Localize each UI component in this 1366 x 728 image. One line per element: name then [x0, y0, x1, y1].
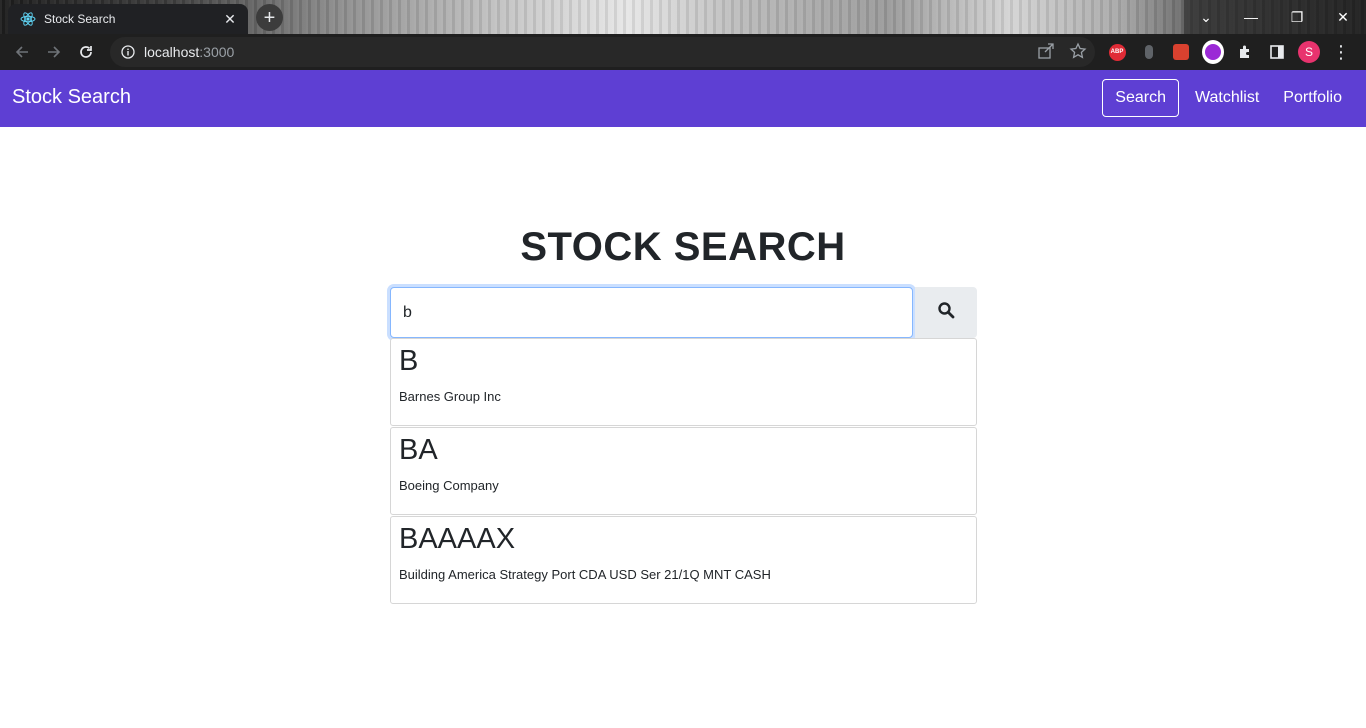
close-window-button[interactable]: ✕	[1320, 0, 1366, 34]
nav-links: Search Watchlist Portfolio	[1102, 79, 1354, 117]
bookmark-star-icon[interactable]	[1069, 42, 1087, 65]
forward-icon[interactable]	[38, 36, 70, 68]
app-brand[interactable]: Stock Search	[12, 86, 131, 109]
result-name: Barnes Group Inc	[399, 389, 501, 404]
browser-tab-bar: Stock Search ✕ + ⌄ — ❐ ✕	[0, 0, 1366, 34]
result-symbol: B	[399, 345, 419, 377]
restore-button[interactable]: ❐	[1274, 0, 1320, 34]
search-button[interactable]	[915, 287, 977, 338]
tab-title: Stock Search	[44, 12, 116, 26]
result-symbol: BA	[399, 434, 438, 466]
share-icon[interactable]	[1037, 42, 1055, 65]
new-tab-button[interactable]: +	[256, 4, 283, 31]
result-item[interactable]: B Barnes Group Inc	[390, 338, 977, 426]
search-results-list: B Barnes Group Inc BA Boeing Company BAA…	[390, 338, 977, 605]
result-symbol: BAAAAX	[399, 523, 516, 555]
back-icon[interactable]	[6, 36, 38, 68]
browser-menu-icon[interactable]: ⋮	[1330, 38, 1352, 66]
result-item[interactable]: BAAAAX Building America Strategy Port CD…	[390, 516, 977, 604]
profile-avatar[interactable]: S	[1298, 38, 1320, 66]
puzzle-icon[interactable]	[1234, 38, 1256, 66]
tab-search-button[interactable]: ⌄	[1184, 0, 1228, 34]
ext-gray-icon[interactable]	[1138, 38, 1160, 66]
tab-close-icon[interactable]: ✕	[222, 11, 238, 28]
nav-watchlist-link[interactable]: Watchlist	[1183, 79, 1271, 117]
result-name: Building America Strategy Port CDA USD S…	[399, 567, 771, 582]
nav-portfolio-link[interactable]: Portfolio	[1271, 79, 1354, 117]
window-controls: ⌄ — ❐ ✕	[1184, 0, 1366, 34]
ext-red-icon[interactable]	[1170, 38, 1192, 66]
search-icon	[937, 301, 955, 324]
side-panel-icon[interactable]	[1266, 38, 1288, 66]
minimize-button[interactable]: —	[1228, 0, 1274, 34]
site-info-icon[interactable]	[120, 44, 136, 60]
search-input[interactable]	[390, 287, 913, 338]
nav-search-link[interactable]: Search	[1102, 79, 1179, 117]
abp-label: ABP	[1108, 43, 1126, 61]
ext-purple-icon[interactable]	[1202, 38, 1224, 66]
browser-toolbar: localhost:3000 ABP S ⋮	[0, 34, 1366, 70]
reload-icon[interactable]	[70, 36, 102, 68]
address-bar[interactable]: localhost:3000	[110, 37, 1095, 67]
app-navbar: Stock Search Search Watchlist Portfolio	[0, 70, 1366, 127]
abp-icon[interactable]: ABP	[1106, 38, 1128, 66]
result-name: Boeing Company	[399, 478, 499, 493]
react-icon	[20, 11, 36, 27]
profile-initial: S	[1298, 41, 1320, 63]
url-host: localhost	[144, 44, 200, 60]
extensions-area: ABP S ⋮	[1106, 38, 1352, 66]
browser-tab[interactable]: Stock Search ✕	[8, 4, 248, 34]
page-title: STOCK SEARCH	[520, 225, 846, 269]
url-port: :3000	[199, 44, 235, 60]
search-bar	[390, 287, 977, 338]
result-item[interactable]: BA Boeing Company	[390, 427, 977, 515]
